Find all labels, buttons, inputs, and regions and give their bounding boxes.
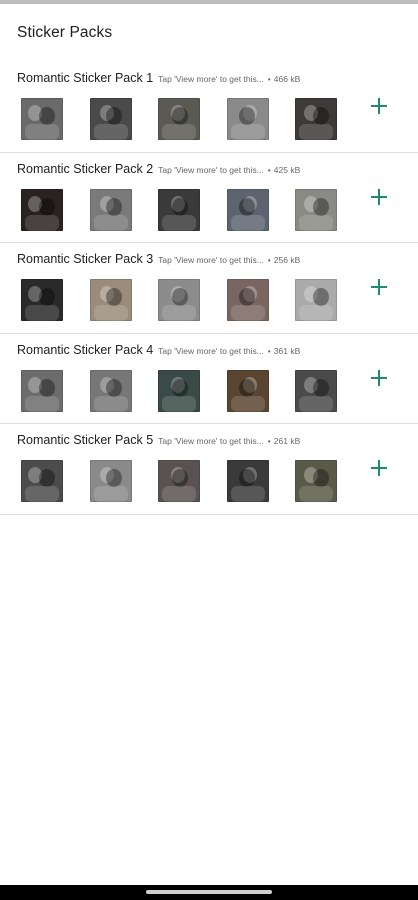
plus-icon bbox=[371, 279, 387, 295]
pack-header: Romantic Sticker Pack 4 Tap 'View more' t… bbox=[17, 343, 358, 357]
sticker-thumbnail[interactable] bbox=[295, 98, 337, 140]
pack-subtitle: Tap 'View more' to get this... bbox=[158, 74, 264, 84]
sticker-thumbnails bbox=[21, 98, 364, 140]
pack-header: Romantic Sticker Pack 2 Tap 'View more' t… bbox=[17, 162, 358, 176]
pack-size: 261 kB bbox=[273, 436, 301, 446]
pack-subtitle: Tap 'View more' to get this... bbox=[158, 255, 264, 265]
sticker-thumbnail[interactable] bbox=[21, 279, 63, 321]
sticker-thumbnail[interactable] bbox=[89, 460, 132, 502]
pack-size: 361 kB bbox=[273, 345, 301, 356]
sticker-thumbnail[interactable] bbox=[21, 369, 63, 412]
sticker-thumbnails bbox=[21, 460, 364, 502]
pack-separator: • bbox=[267, 255, 271, 265]
sticker-thumbnail[interactable] bbox=[295, 188, 337, 231]
plus-icon bbox=[371, 369, 387, 386]
add-to-whatsapp-button[interactable] bbox=[365, 183, 393, 211]
sticker-pack-row[interactable]: Romantic Sticker Pack 1 Tap 'View more' t… bbox=[0, 62, 418, 153]
sticker-pack-row[interactable]: Romantic Sticker Pack 2 Tap 'View more' t… bbox=[0, 153, 418, 243]
pack-name: Romantic Sticker Pack 5 bbox=[17, 433, 154, 447]
navigation-bar bbox=[0, 885, 418, 900]
sticker-thumbnail[interactable] bbox=[89, 188, 132, 231]
sticker-thumbnail[interactable] bbox=[226, 188, 269, 231]
pack-subtitle: Tap 'View more' to get this... bbox=[158, 164, 264, 175]
sticker-thumbnail[interactable] bbox=[89, 279, 132, 321]
home-gesture-handle[interactable] bbox=[146, 890, 272, 894]
sticker-thumbnail[interactable] bbox=[89, 98, 132, 140]
sticker-thumbnail[interactable] bbox=[158, 98, 200, 140]
pack-header: Romantic Sticker Pack 5 Tap 'View more' t… bbox=[17, 433, 358, 447]
pack-size: 466 kB bbox=[273, 74, 301, 84]
pack-name: Romantic Sticker Pack 1 bbox=[17, 71, 154, 85]
sticker-thumbnail[interactable] bbox=[158, 369, 200, 412]
sticker-thumbnails bbox=[21, 188, 364, 231]
sticker-pack-list: Romantic Sticker Pack 1 Tap 'View more' t… bbox=[0, 62, 418, 515]
sticker-pack-row[interactable]: Romantic Sticker Pack 4 Tap 'View more' t… bbox=[0, 334, 418, 424]
sticker-thumbnail[interactable] bbox=[21, 460, 63, 502]
add-to-whatsapp-button[interactable] bbox=[365, 454, 393, 482]
sticker-thumbnail[interactable] bbox=[158, 188, 200, 231]
sticker-thumbnail[interactable] bbox=[21, 188, 63, 231]
pack-header: Romantic Sticker Pack 3 Tap 'View more' t… bbox=[17, 252, 358, 266]
add-to-whatsapp-button[interactable] bbox=[365, 364, 393, 392]
sticker-pack-row[interactable]: Romantic Sticker Pack 5 Tap 'View more' t… bbox=[0, 424, 418, 515]
page-title: Sticker Packs bbox=[17, 24, 113, 41]
plus-icon bbox=[371, 188, 387, 205]
pack-separator: • bbox=[267, 74, 271, 84]
sticker-pack-row[interactable]: Romantic Sticker Pack 3 Tap 'View more' t… bbox=[0, 243, 418, 334]
sticker-thumbnail[interactable] bbox=[226, 460, 269, 502]
sticker-thumbnail[interactable] bbox=[226, 98, 269, 140]
pack-name: Romantic Sticker Pack 3 bbox=[17, 252, 154, 266]
plus-icon bbox=[371, 98, 387, 114]
pack-separator: • bbox=[267, 436, 271, 446]
sticker-thumbnail[interactable] bbox=[295, 460, 337, 502]
sticker-thumbnail[interactable] bbox=[21, 98, 63, 140]
pack-name: Romantic Sticker Pack 4 bbox=[17, 342, 154, 357]
sticker-thumbnails bbox=[21, 369, 364, 412]
sticker-thumbnail[interactable] bbox=[158, 279, 200, 321]
pack-separator: • bbox=[267, 164, 271, 175]
pack-size: 425 kB bbox=[273, 164, 301, 175]
pack-separator: • bbox=[267, 345, 271, 356]
pack-size: 256 kB bbox=[273, 255, 301, 265]
sticker-thumbnail[interactable] bbox=[89, 369, 132, 412]
sticker-thumbnail[interactable] bbox=[226, 279, 269, 321]
add-to-whatsapp-button[interactable] bbox=[365, 273, 393, 301]
pack-header: Romantic Sticker Pack 1 Tap 'View more' t… bbox=[17, 71, 358, 85]
status-bar-strip bbox=[0, 0, 418, 4]
pack-name: Romantic Sticker Pack 2 bbox=[17, 161, 154, 176]
add-to-whatsapp-button[interactable] bbox=[365, 92, 393, 120]
sticker-thumbnail[interactable] bbox=[158, 460, 200, 502]
sticker-thumbnail[interactable] bbox=[295, 279, 337, 321]
sticker-thumbnail[interactable] bbox=[226, 369, 269, 412]
pack-subtitle: Tap 'View more' to get this... bbox=[158, 345, 264, 356]
plus-icon bbox=[371, 460, 387, 476]
sticker-thumbnails bbox=[21, 279, 364, 321]
pack-subtitle: Tap 'View more' to get this... bbox=[158, 436, 264, 446]
sticker-thumbnail[interactable] bbox=[295, 369, 337, 412]
